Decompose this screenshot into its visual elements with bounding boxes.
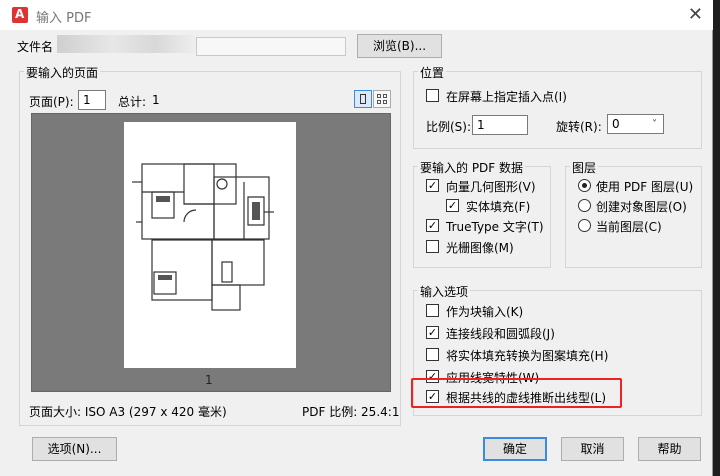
help-button[interactable]: 帮助 xyxy=(638,437,701,461)
use-pdf-layers-label[interactable]: 使用 PDF 图层(U) xyxy=(596,178,693,195)
raster-images-label[interactable]: 光栅图像(M) xyxy=(446,239,514,256)
file-name-label: 文件名 xyxy=(17,40,54,54)
rotation-value: 0 xyxy=(612,117,620,131)
specify-on-screen-label[interactable]: 在屏幕上指定插入点(I) xyxy=(446,88,567,105)
autocad-app-icon xyxy=(12,7,28,23)
file-name-field[interactable] xyxy=(196,37,346,56)
browse-button[interactable]: 浏览(B)... xyxy=(357,34,442,58)
create-object-layers-radio[interactable] xyxy=(578,199,591,212)
pdf-scale-label: PDF 比例: 25.4:1 xyxy=(302,405,400,419)
chevron-down-icon: ˅ xyxy=(652,119,657,130)
page-input[interactable]: 1 xyxy=(78,90,106,110)
import-as-block-label[interactable]: 作为块输入(K) xyxy=(446,303,523,320)
scale-input[interactable]: 1 xyxy=(472,115,528,135)
truetype-text-checkbox[interactable]: ✓ xyxy=(426,219,439,232)
use-pdf-layers-radio[interactable] xyxy=(578,179,591,192)
current-layer-label[interactable]: 当前图层(C) xyxy=(596,218,662,235)
position-group xyxy=(413,71,702,149)
rotation-select[interactable]: 0 ˅ xyxy=(607,114,664,134)
vector-geometry-checkbox[interactable]: ✓ xyxy=(426,179,439,192)
single-page-view-icon[interactable] xyxy=(354,90,372,108)
current-layer-radio[interactable] xyxy=(578,219,591,232)
cancel-button[interactable]: 取消 xyxy=(561,437,624,461)
ok-button[interactable]: 确定 xyxy=(483,437,547,461)
create-object-layers-label[interactable]: 创建对象图层(O) xyxy=(596,198,687,215)
truetype-text-label[interactable]: TrueType 文字(T) xyxy=(446,218,544,235)
specify-on-screen-checkbox[interactable] xyxy=(426,89,439,102)
pdf-page-thumbnail[interactable] xyxy=(124,122,296,368)
thumbnail-grid-view-icon[interactable] xyxy=(373,90,391,108)
raster-images-checkbox[interactable] xyxy=(426,240,439,253)
options-button[interactable]: 选项(N)... xyxy=(32,437,117,461)
file-name-value-blurred xyxy=(57,35,197,53)
solid-fill-checkbox[interactable]: ✓ xyxy=(446,199,459,212)
solid-fill-label[interactable]: 实体填充(F) xyxy=(466,198,530,215)
window-title: 输入 PDF xyxy=(36,11,92,26)
import-pdf-dialog: 输入 PDF ✕ 文件名 浏览(B)... 要输入的页面 页面(P): 1 总计… xyxy=(0,0,713,476)
convert-fill-to-hatch-label[interactable]: 将实体填充转换为图案填充(H) xyxy=(446,347,608,364)
pages-group-title: 要输入的页面 xyxy=(24,64,101,81)
convert-fill-to-hatch-checkbox[interactable] xyxy=(426,348,439,361)
title-bar: 输入 PDF ✕ xyxy=(0,0,713,30)
pdf-data-group-title: 要输入的 PDF 数据 xyxy=(418,159,526,176)
red-highlight-box xyxy=(411,378,622,408)
join-segments-label[interactable]: 连接线段和圆弧段(J) xyxy=(446,325,555,342)
rotation-label: 旋转(R): xyxy=(556,120,602,134)
scale-label: 比例(S): xyxy=(426,120,472,134)
preview-page-number: 1 xyxy=(205,373,213,387)
total-label: 总计: xyxy=(118,95,147,109)
vector-geometry-label[interactable]: 向量几何图形(V) xyxy=(446,178,536,195)
page-preview-area[interactable]: 1 xyxy=(31,113,391,392)
join-segments-checkbox[interactable]: ✓ xyxy=(426,326,439,339)
page-size-label: 页面大小: ISO A3 (297 x 420 毫米) xyxy=(29,405,227,419)
position-group-title: 位置 xyxy=(418,64,447,81)
total-value: 1 xyxy=(152,93,160,107)
import-options-group-title: 输入选项 xyxy=(418,283,471,300)
import-as-block-checkbox[interactable] xyxy=(426,304,439,317)
layers-group-title: 图层 xyxy=(570,159,599,176)
close-icon[interactable]: ✕ xyxy=(688,4,703,25)
floor-plan-drawing xyxy=(132,163,274,311)
page-label: 页面(P): xyxy=(29,95,74,109)
